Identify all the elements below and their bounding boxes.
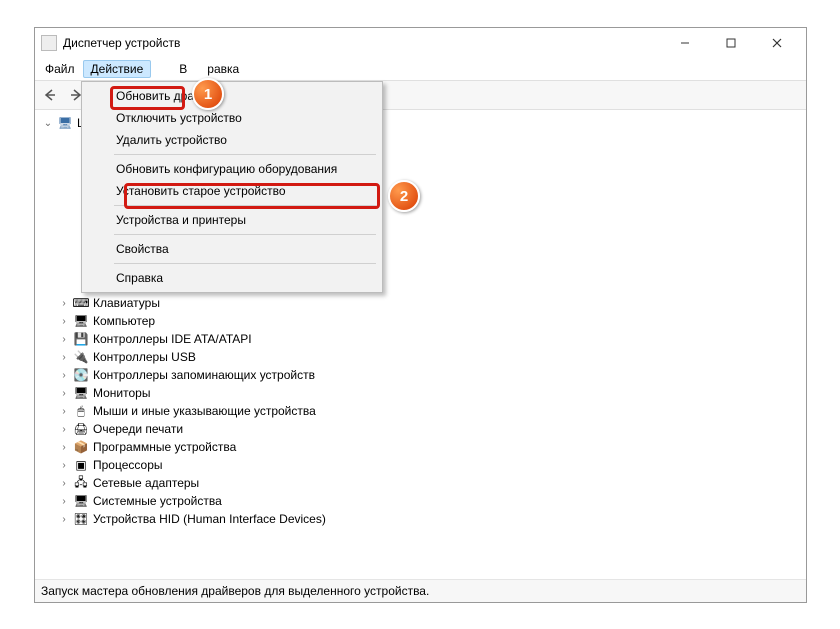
expand-icon[interactable]: ›	[57, 386, 71, 400]
statusbar: Запуск мастера обновления драйверов для …	[35, 579, 806, 602]
tree-label: Компьютер	[93, 314, 155, 328]
tree-item-network[interactable]: › 🖧 Сетевые адаптеры	[41, 474, 800, 492]
computer-icon: 🖥	[73, 313, 89, 329]
tree-label: Системные устройства	[93, 494, 222, 508]
expand-icon[interactable]: ›	[57, 296, 71, 310]
tree-item-processors[interactable]: › ▣ Процессоры	[41, 456, 800, 474]
tree-label: Процессоры	[93, 458, 163, 472]
menu-uninstall-device[interactable]: Удалить устройство	[84, 129, 380, 151]
tree-label: Контроллеры IDE ATA/ATAPI	[93, 332, 252, 346]
storage-controller-icon: 💽	[73, 367, 89, 383]
menu-separator	[114, 205, 376, 206]
tree-label: Сетевые адаптеры	[93, 476, 199, 490]
printer-icon: 🖨	[73, 421, 89, 437]
window-title: Диспетчер устройств	[63, 36, 662, 50]
processor-icon: ▣	[73, 457, 89, 473]
expand-icon[interactable]: ›	[57, 494, 71, 508]
minimize-button[interactable]	[662, 28, 708, 58]
menu-view-partial[interactable]: В	[171, 60, 195, 78]
expand-icon[interactable]: ›	[57, 314, 71, 328]
menu-file[interactable]: Файл	[37, 60, 83, 78]
menu-separator	[114, 154, 376, 155]
computer-icon: 🖥	[57, 115, 73, 131]
minimize-icon	[680, 38, 690, 48]
software-device-icon: 📦	[73, 439, 89, 455]
tree-item-hid[interactable]: › 🎛 Устройства HID (Human Interface Devi…	[41, 510, 800, 528]
expand-icon[interactable]: ›	[57, 512, 71, 526]
tree-item-mice[interactable]: › 🖱 Мыши и иные указывающие устройства	[41, 402, 800, 420]
menu-properties[interactable]: Свойства	[84, 238, 380, 260]
tree-item-usb[interactable]: › 🔌 Контроллеры USB	[41, 348, 800, 366]
tree-item-ide[interactable]: › 💾 Контроллеры IDE ATA/ATAPI	[41, 330, 800, 348]
titlebar: Диспетчер устройств	[35, 28, 806, 58]
maximize-icon	[726, 38, 736, 48]
tree-label: Мыши и иные указывающие устройства	[93, 404, 316, 418]
tree-label: Мониторы	[93, 386, 150, 400]
hid-icon: 🎛	[73, 511, 89, 527]
tree-label: Программные устройства	[93, 440, 236, 454]
window-controls	[662, 28, 800, 58]
maximize-button[interactable]	[708, 28, 754, 58]
menu-add-legacy[interactable]: Установить старое устройство	[84, 180, 380, 202]
storage-icon: 💾	[73, 331, 89, 347]
menu-separator	[114, 234, 376, 235]
usb-icon: 🔌	[73, 349, 89, 365]
arrow-left-icon	[43, 88, 57, 102]
menu-help-partial[interactable]: равка	[199, 60, 247, 78]
tree-label: Контроллеры запоминающих устройств	[93, 368, 315, 382]
menubar: Файл Действие В равка	[35, 58, 806, 80]
tree-item-software-devices[interactable]: › 📦 Программные устройства	[41, 438, 800, 456]
collapse-icon[interactable]: ⌄	[41, 116, 55, 130]
device-manager-window: Диспетчер устройств Файл Действие В равк…	[34, 27, 807, 603]
close-button[interactable]	[754, 28, 800, 58]
expand-icon[interactable]: ›	[57, 368, 71, 382]
menu-scan-hardware[interactable]: Обновить конфигурацию оборудования	[84, 158, 380, 180]
expand-icon[interactable]: ›	[57, 332, 71, 346]
status-text: Запуск мастера обновления драйверов для …	[41, 584, 429, 598]
tree-item-monitors[interactable]: › 🖥 Мониторы	[41, 384, 800, 402]
tree-label: Клавиатуры	[93, 296, 160, 310]
expand-icon[interactable]: ›	[57, 458, 71, 472]
app-icon	[41, 35, 57, 51]
menu-action[interactable]: Действие	[83, 60, 152, 78]
menu-devices-printers[interactable]: Устройства и принтеры	[84, 209, 380, 231]
menu-separator	[114, 263, 376, 264]
close-icon	[772, 38, 782, 48]
menu-reference[interactable]: Справка	[84, 267, 380, 289]
action-dropdown: Обновить драйвер Отключить устройство Уд…	[81, 81, 383, 293]
tree-item-keyboards[interactable]: › ⌨ Клавиатуры	[41, 294, 800, 312]
menu-disable-device[interactable]: Отключить устройство	[84, 107, 380, 129]
tree-item-computer[interactable]: › 🖥 Компьютер	[41, 312, 800, 330]
keyboard-icon: ⌨	[73, 295, 89, 311]
network-icon: 🖧	[73, 475, 89, 491]
tree-item-storage-controllers[interactable]: › 💽 Контроллеры запоминающих устройств	[41, 366, 800, 384]
tree-item-system[interactable]: › 🖥 Системные устройства	[41, 492, 800, 510]
expand-icon[interactable]: ›	[57, 440, 71, 454]
tree-label: Контроллеры USB	[93, 350, 196, 364]
back-button[interactable]	[39, 84, 61, 106]
monitor-icon: 🖥	[73, 385, 89, 401]
expand-icon[interactable]: ›	[57, 476, 71, 490]
tree-label: Очереди печати	[93, 422, 183, 436]
tree-item-print-queues[interactable]: › 🖨 Очереди печати	[41, 420, 800, 438]
tree-label: Устройства HID (Human Interface Devices)	[93, 512, 326, 526]
mouse-icon: 🖱	[73, 403, 89, 419]
system-device-icon: 🖥	[73, 493, 89, 509]
badge-step-2: 2	[388, 180, 420, 212]
menu-update-driver[interactable]: Обновить драйвер	[84, 85, 380, 107]
expand-icon[interactable]: ›	[57, 404, 71, 418]
expand-icon[interactable]: ›	[57, 350, 71, 364]
expand-icon[interactable]: ›	[57, 422, 71, 436]
badge-step-1: 1	[192, 78, 224, 110]
